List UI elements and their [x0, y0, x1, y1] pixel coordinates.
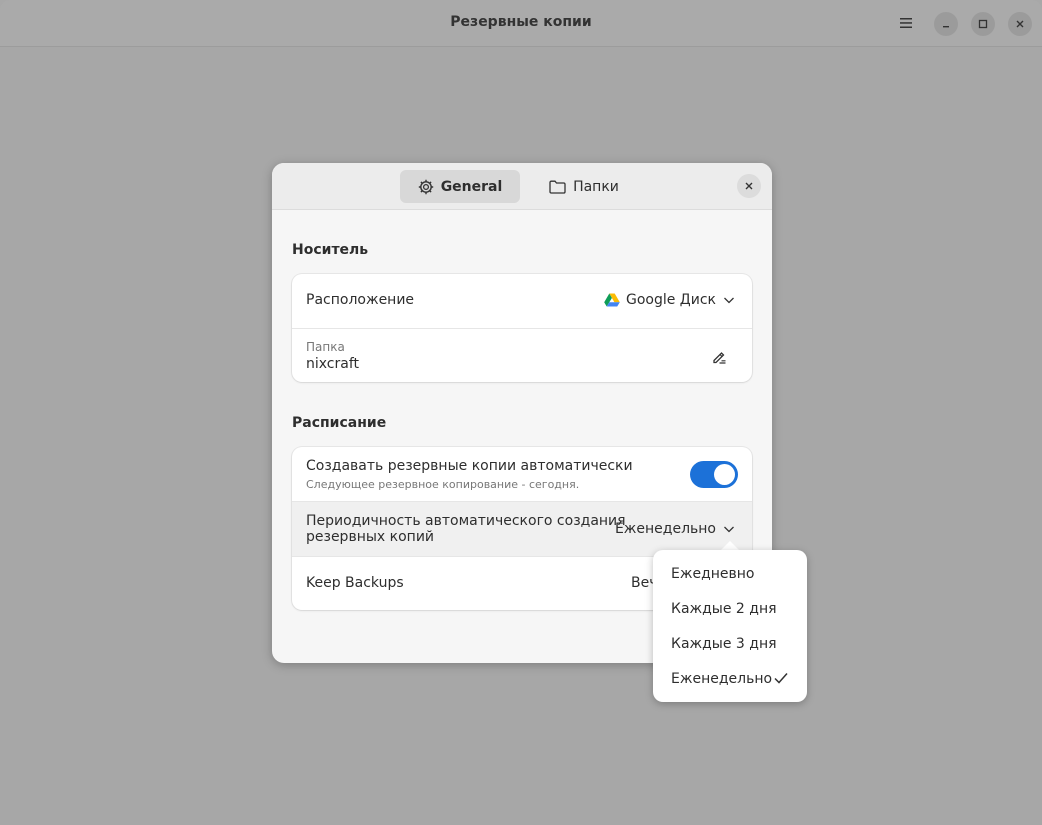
- maximize-button[interactable]: [971, 12, 995, 36]
- storage-section-title: Носитель: [292, 242, 369, 258]
- frequency-option-daily[interactable]: Ежедневно: [653, 556, 807, 591]
- maximize-icon: [978, 19, 988, 29]
- dialog-header: General Папки: [272, 163, 772, 210]
- frequency-option-label: Каждые 3 дня: [671, 635, 777, 652]
- tab-folders[interactable]: Папки: [534, 170, 634, 203]
- minimize-button[interactable]: [934, 12, 958, 36]
- storage-card: Расположение Google Диск Папка nixcraft: [292, 274, 752, 382]
- frequency-option-label: Каждые 2 дня: [671, 600, 777, 617]
- frequency-value: Еженедельно: [614, 521, 716, 537]
- frequency-label-line2: резервных копий: [306, 529, 435, 545]
- close-dialog-button[interactable]: [737, 174, 761, 198]
- auto-backup-switch[interactable]: [690, 461, 738, 488]
- close-icon: [745, 182, 753, 190]
- hamburger-menu-icon: [900, 18, 912, 28]
- frequency-popover: Ежедневно Каждые 2 дня Каждые 3 дня Ежен…: [653, 550, 807, 702]
- checkmark-icon: [774, 673, 788, 684]
- frequency-option-label: Ежедневно: [671, 565, 755, 582]
- minimize-icon: [943, 26, 949, 28]
- main-menu-button[interactable]: [895, 12, 917, 34]
- chevron-down-icon: [724, 526, 734, 533]
- schedule-section-title: Расписание: [292, 415, 387, 431]
- location-label: Расположение: [306, 292, 415, 308]
- keep-backups-label: Keep Backups: [306, 575, 404, 591]
- frequency-row[interactable]: Периодичность автоматического создания р…: [292, 501, 752, 556]
- folder-icon: [549, 180, 566, 194]
- frequency-label-line1: Периодичность автоматического создания: [306, 513, 626, 529]
- window-title: Резервные копии: [450, 14, 592, 30]
- window-headerbar: Резервные копии: [0, 0, 1042, 47]
- frequency-option-label: Еженедельно: [671, 670, 773, 687]
- folder-row[interactable]: Папка nixcraft: [292, 328, 752, 382]
- close-window-button[interactable]: [1008, 12, 1032, 36]
- close-icon: [1016, 20, 1024, 28]
- switch-knob: [714, 464, 735, 485]
- chevron-down-icon: [724, 297, 734, 304]
- frequency-option-every-2-days[interactable]: Каждые 2 дня: [653, 591, 807, 626]
- tab-general-label: General: [440, 178, 503, 195]
- frequency-dropdown[interactable]: Еженедельно: [615, 521, 736, 537]
- location-dropdown[interactable]: Google Диск: [604, 292, 736, 308]
- folder-value: nixcraft: [306, 356, 360, 372]
- folder-caption: Папка: [306, 340, 345, 354]
- gear-icon: [418, 179, 433, 194]
- google-drive-icon: [604, 293, 620, 307]
- frequency-option-weekly[interactable]: Еженедельно: [653, 661, 807, 696]
- auto-backup-label: Создавать резервные копии автоматически: [306, 458, 633, 474]
- location-value: Google Диск: [625, 292, 716, 308]
- tab-folders-label: Папки: [573, 178, 619, 195]
- auto-backup-row[interactable]: Создавать резервные копии автоматически …: [292, 447, 752, 501]
- edit-pencil-icon: [713, 352, 726, 364]
- tab-general[interactable]: General: [400, 170, 520, 203]
- location-row[interactable]: Расположение Google Диск: [292, 274, 752, 328]
- frequency-option-every-3-days[interactable]: Каждые 3 дня: [653, 626, 807, 661]
- next-backup-info: Следующее резервное копирование - сегодн…: [306, 478, 580, 491]
- frequency-label: Периодичность автоматического создания р…: [306, 513, 626, 545]
- edit-folder-button[interactable]: [710, 348, 728, 366]
